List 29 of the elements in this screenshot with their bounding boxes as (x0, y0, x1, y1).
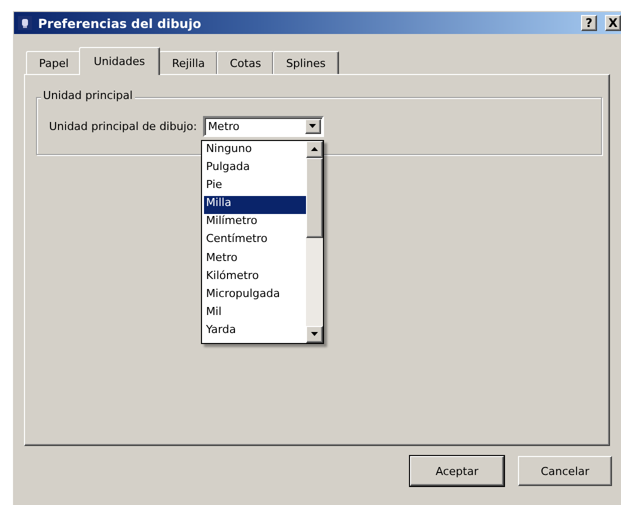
unit-dropdown[interactable]: Metro (202, 116, 324, 136)
help-button[interactable]: ? (581, 15, 597, 31)
dropdown-option[interactable]: Milímetro (204, 214, 306, 232)
window-title: Preferencias del dibujo (38, 16, 202, 30)
cancel-button[interactable]: Cancelar (518, 456, 612, 486)
dropdown-option[interactable]: Centímetro (204, 232, 306, 251)
dropdown-option[interactable]: Micropulgada (204, 287, 306, 306)
dropdown-option[interactable]: Milla (204, 196, 306, 214)
dropdown-arrow-icon (309, 124, 316, 128)
app-icon (18, 16, 32, 30)
field-label: Unidad principal de dibujo: (49, 120, 197, 132)
group-title: Unidad principal (41, 89, 135, 102)
tab[interactable]: Unidades (78, 47, 160, 75)
scrollbar[interactable] (306, 140, 323, 343)
tab[interactable]: Cotas (216, 51, 274, 74)
dropdown-option[interactable]: Metro (204, 250, 306, 269)
dropdown-option[interactable]: Kilómetro (204, 268, 306, 287)
tab[interactable]: Rejilla (158, 51, 218, 74)
close-button[interactable]: X (605, 15, 621, 31)
tab[interactable]: Papel (26, 51, 82, 74)
dropdown-option[interactable]: Mil (204, 305, 306, 324)
dropdown-option[interactable]: Yarda (204, 323, 306, 342)
dropdown-option[interactable]: Ninguno (204, 142, 306, 160)
dropdown-option[interactable]: Pie (204, 178, 306, 196)
scroll-down-icon (310, 332, 318, 336)
ok-button[interactable]: Aceptar (410, 456, 504, 486)
tab[interactable]: Splines (273, 51, 339, 74)
dropdown-option[interactable]: Pulgada (204, 160, 306, 178)
scroll-up-icon (310, 147, 318, 151)
